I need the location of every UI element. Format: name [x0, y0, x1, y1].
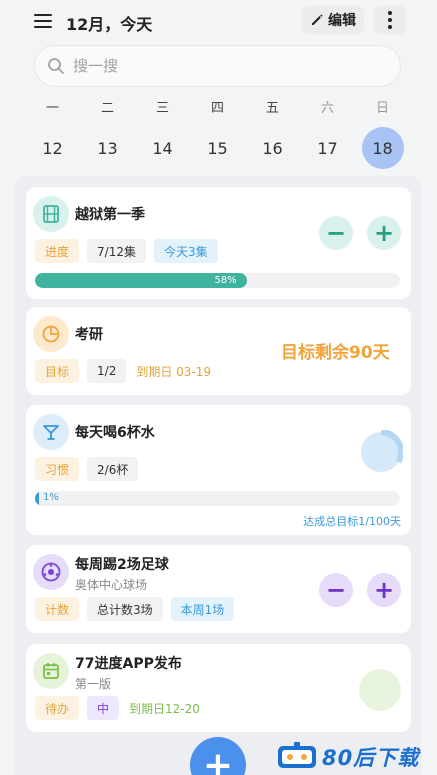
task-title: 每天喝6杯水	[75, 425, 155, 441]
page-title: 12月，今天	[66, 15, 153, 34]
type-tag: 目标	[35, 359, 80, 383]
week-calendar: 一 二 三 四 五 六 日 12 13 14 15 16 17 18	[25, 98, 410, 169]
top-bar: 12月，今天 编辑	[0, 0, 437, 44]
weekday-label: 六	[320, 101, 334, 116]
task-title: 每周踢2场足球	[75, 557, 169, 573]
day-cell[interactable]: 14	[135, 128, 190, 168]
task-title: 考研	[75, 327, 103, 343]
day-cell[interactable]: 15	[190, 128, 245, 168]
priority-tag: 中	[87, 696, 120, 720]
increment-button[interactable]: +	[367, 573, 401, 607]
day-number: 13	[97, 138, 118, 158]
weekday-label: 二	[100, 101, 114, 116]
task-card[interactable]: 每周踢2场足球 奥体中心球场 计数 总计数3场 本周1场 − +	[26, 545, 411, 633]
robot-logo-icon	[278, 741, 316, 768]
search-input[interactable]	[73, 57, 373, 75]
progress-label: 1%	[43, 492, 59, 503]
task-title: 77进度APP发布	[75, 656, 182, 672]
task-card[interactable]: 越狱第一季 进度 7/12集 今天3集 − + 58%	[26, 187, 411, 299]
task-card[interactable]: 每天喝6杯水 习惯 2/6杯 1% 达成总目标1/100天	[26, 405, 411, 535]
more-options-button[interactable]	[374, 6, 406, 34]
tag-row: 习惯 2/6杯	[35, 457, 139, 481]
day-number: 18	[361, 127, 404, 169]
day-cell-selected[interactable]: 18	[355, 127, 410, 169]
film-icon	[33, 196, 69, 232]
progress-bar: 1%	[35, 491, 400, 506]
due-date-tag: 到期日 03-19	[136, 364, 212, 379]
weekday-label: 五	[265, 101, 279, 116]
pencil-icon	[312, 14, 323, 25]
total-count-tag: 总计数3场	[87, 597, 163, 621]
cocktail-glass-icon	[33, 414, 69, 450]
progress-tag: 1/2	[87, 359, 127, 383]
day-number: 17	[317, 138, 338, 158]
calendar-icon	[33, 653, 69, 689]
menu-icon[interactable]	[34, 14, 52, 28]
weekday-label: 日	[375, 101, 389, 116]
task-location: 奥体中心球场	[75, 578, 148, 592]
type-tag: 进度	[35, 239, 80, 263]
watermark-text: 80后下载	[322, 745, 420, 770]
weekday-label: 四	[210, 101, 224, 116]
day-number: 16	[262, 138, 283, 158]
progress-fill	[35, 491, 39, 506]
progress-bar: 58%	[35, 273, 400, 288]
type-tag: 计数	[35, 597, 80, 621]
daily-progress-ring[interactable]	[359, 430, 403, 474]
week-count-tag: 本周1场	[170, 597, 235, 621]
type-tag: 待办	[35, 696, 80, 720]
day-number: 14	[152, 138, 173, 158]
goal-summary: 达成总目标1/100天	[303, 515, 401, 528]
task-title: 越狱第一季	[75, 207, 145, 223]
task-subtitle: 第一版	[75, 677, 112, 691]
day-number: 15	[207, 138, 228, 158]
edit-label: 编辑	[328, 13, 356, 29]
decrement-button[interactable]: −	[319, 216, 353, 250]
progress-tag: 2/6杯	[87, 457, 139, 481]
search-bar[interactable]	[34, 45, 401, 87]
remaining-days: 目标剩余90天	[281, 343, 390, 363]
progress-label: 58%	[214, 275, 237, 286]
tag-row: 目标 1/2 到期日 03-19	[35, 359, 213, 383]
watermark: 80后下载	[276, 738, 437, 775]
soccer-ball-icon	[33, 554, 69, 590]
day-cell[interactable]: 13	[80, 128, 135, 168]
today-tag: 今天3集	[153, 239, 218, 263]
day-cell[interactable]: 16	[245, 128, 300, 168]
decrement-button[interactable]: −	[319, 573, 353, 607]
task-card[interactable]: 考研 目标剩余90天 目标 1/2 到期日 03-19	[26, 307, 411, 395]
complete-checkbox[interactable]	[359, 669, 401, 711]
due-date-tag: 到期日12-20	[129, 701, 200, 716]
day-cell[interactable]: 12	[25, 128, 80, 168]
tag-row: 待办 中 到期日12-20	[35, 696, 202, 720]
progress-tag: 7/12集	[87, 239, 146, 263]
increment-button[interactable]: +	[367, 216, 401, 250]
day-number: 12	[42, 138, 63, 158]
task-card[interactable]: 77进度APP发布 第一版 待办 中 到期日12-20	[26, 644, 411, 732]
tag-row: 计数 总计数3场 本周1场	[35, 597, 235, 621]
search-icon	[48, 58, 64, 74]
pie-chart-icon	[33, 316, 69, 352]
day-cell[interactable]: 17	[300, 128, 355, 168]
type-tag: 习惯	[35, 457, 80, 481]
weekday-label: 一	[45, 101, 59, 116]
weekday-label: 三	[155, 101, 169, 116]
progress-fill: 58%	[35, 273, 247, 288]
edit-button[interactable]: 编辑	[302, 6, 364, 34]
tag-row: 进度 7/12集 今天3集	[35, 239, 218, 263]
